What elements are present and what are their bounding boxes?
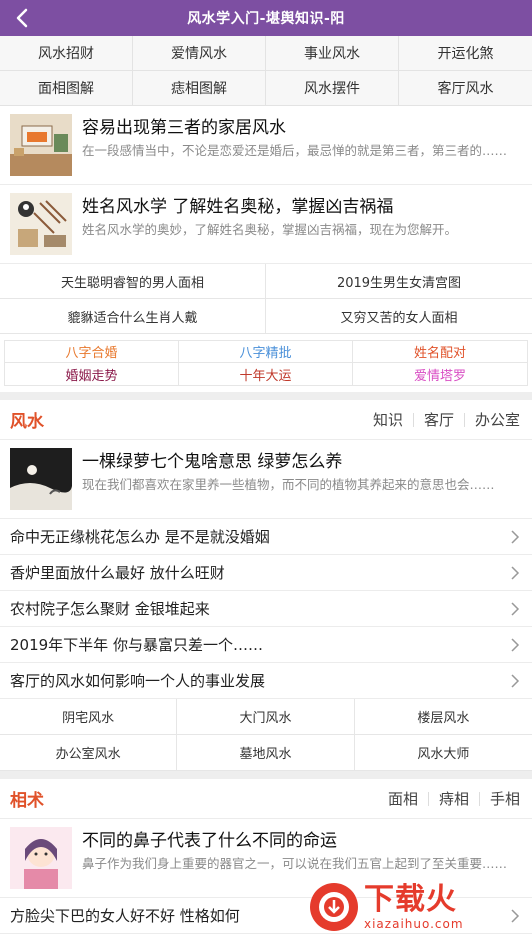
- category-item[interactable]: 客厅风水: [399, 71, 532, 106]
- tag-item[interactable]: 十年大运: [179, 363, 353, 385]
- list-item[interactable]: 2019年下半年 你与暴富只差一个……: [0, 627, 532, 663]
- article-item[interactable]: 姓名风水学 了解姓名奥秘，掌握凶吉祸福 姓名风水学的奥妙，了解姓名奥秘，掌握凶吉…: [0, 185, 532, 264]
- article-thumbnail: [10, 114, 72, 176]
- article-thumbnail: [10, 448, 72, 510]
- article-description: 现在我们都喜欢在家里养一些植物，而不同的植物其养起来的意思也会……: [82, 477, 495, 492]
- list-item-title: 农村院子怎么聚财 金银堆起来: [10, 600, 210, 618]
- article-description: 在一段感情当中，不论是恋爱还是婚后，最忌惮的就是第三者，第三者的……: [82, 143, 508, 158]
- watermark-brand: 下载火: [364, 882, 457, 917]
- chevron-right-icon: [511, 637, 520, 652]
- article-item[interactable]: 一棵绿萝七个鬼啥意思 绿萝怎么养 现在我们都喜欢在家里养一些植物，而不同的植物其…: [0, 440, 532, 519]
- tag-item[interactable]: 八字合婚: [5, 341, 179, 363]
- section-divider: [0, 771, 532, 779]
- category-item[interactable]: 事业风水: [266, 36, 399, 71]
- category-item[interactable]: 风水摆件: [266, 71, 399, 106]
- tag-item[interactable]: 婚姻走势: [5, 363, 179, 385]
- article-title: 不同的鼻子代表了什么不同的命运: [82, 831, 337, 851]
- category-item[interactable]: 痣相图解: [133, 71, 266, 106]
- link-item[interactable]: 天生聪明睿智的男人面相: [0, 264, 266, 299]
- article-description: 姓名风水学的奥妙，了解姓名奥秘，掌握凶吉祸福，现在为您解开。: [82, 222, 458, 237]
- tag-item[interactable]: 姓名配对: [353, 341, 527, 363]
- chevron-right-icon: [511, 529, 520, 544]
- list-item-title: 2019年下半年 你与暴富只差一个……: [10, 636, 263, 654]
- section-link[interactable]: 面相: [378, 788, 428, 809]
- category-item[interactable]: 爱情风水: [133, 36, 266, 71]
- section-link[interactable]: 痔相: [429, 788, 479, 809]
- service-tags: 八字合婚 八字精批 姓名配对 婚姻走势 十年大运 爱情塔罗: [4, 340, 528, 386]
- chevron-left-icon: [16, 8, 28, 28]
- app-header: 风水学入门-堪舆知识-阳: [0, 0, 532, 36]
- category-item[interactable]: 办公室风水: [0, 735, 178, 771]
- section-title: 相术: [10, 791, 44, 811]
- link-grid: 天生聪明睿智的男人面相 2019生男生女清宫图 貔貅适合什么生肖人戴 又穷又苦的…: [0, 264, 532, 334]
- list-item-title: 方脸尖下巴的女人好不好 性格如何: [10, 907, 240, 925]
- chevron-right-icon: [511, 601, 520, 616]
- article-thumbnail: [10, 193, 72, 255]
- tag-item[interactable]: 爱情塔罗: [353, 363, 527, 385]
- category-item[interactable]: 风水招财: [0, 36, 133, 71]
- section-header-fengshui: 风水 知识 客厅 办公室: [0, 400, 532, 440]
- category-item[interactable]: 大门风水: [177, 699, 355, 735]
- category-grid: 风水招财 爱情风水 事业风水 开运化煞 面相图解 痣相图解 风水摆件 客厅风水: [0, 36, 532, 106]
- category-item[interactable]: 开运化煞: [399, 36, 532, 71]
- section-link[interactable]: 知识: [363, 409, 413, 430]
- section-divider: [0, 392, 532, 400]
- section-link[interactable]: 客厅: [414, 409, 464, 430]
- link-item[interactable]: 2019生男生女清宫图: [266, 264, 532, 299]
- list-item-title: 客厅的风水如何影响一个人的事业发展: [10, 672, 266, 690]
- category-item[interactable]: 风水大师: [354, 735, 532, 771]
- chevron-right-icon: [511, 673, 520, 688]
- article-title: 姓名风水学 了解姓名奥秘，掌握凶吉祸福: [82, 197, 394, 217]
- article-thumbnail: [10, 827, 72, 889]
- article-item[interactable]: 容易出现第三者的家居风水 在一段感情当中，不论是恋爱还是婚后，最忌惮的就是第三者…: [0, 106, 532, 185]
- category-item[interactable]: 楼层风水: [354, 699, 532, 735]
- category-item[interactable]: 阴宅风水: [0, 699, 178, 735]
- category-item[interactable]: 墓地风水: [177, 735, 355, 771]
- back-button[interactable]: [10, 6, 34, 30]
- tag-item[interactable]: 八字精批: [179, 341, 353, 363]
- article-title: 一棵绿萝七个鬼啥意思 绿萝怎么养: [82, 452, 343, 472]
- list-item-title: 命中无正缘桃花怎么办 是不是就没婚姻: [10, 528, 270, 546]
- category-item[interactable]: 面相图解: [0, 71, 133, 106]
- page-title: 风水学入门-堪舆知识-阳: [187, 11, 345, 27]
- article-title: 容易出现第三者的家居风水: [82, 118, 286, 138]
- section-link[interactable]: 手相: [480, 788, 520, 809]
- watermark-domain: xiazaihuo.com: [364, 917, 464, 931]
- watermark: 下载火 xiazaihuo.com: [310, 872, 528, 942]
- link-item[interactable]: 貔貅适合什么生肖人戴: [0, 299, 266, 334]
- list-item[interactable]: 命中无正缘桃花怎么办 是不是就没婚姻: [0, 519, 532, 555]
- chevron-right-icon: [511, 565, 520, 580]
- list-item[interactable]: 香炉里面放什么最好 放什么旺财: [0, 555, 532, 591]
- article-description: 鼻子作为我们身上重要的器官之一，可以说在我们五官上起到了至关重要……: [82, 856, 508, 871]
- list-item[interactable]: 客厅的风水如何影响一个人的事业发展: [0, 663, 532, 699]
- list-item-title: 香炉里面放什么最好 放什么旺财: [10, 564, 225, 582]
- download-logo-icon: [310, 883, 358, 931]
- link-item[interactable]: 又穷又苦的女人面相: [266, 299, 532, 334]
- section-link[interactable]: 办公室: [465, 409, 520, 430]
- fengshui-category-grid: 阴宅风水 大门风水 楼层风水 办公室风水 墓地风水 风水大师: [0, 699, 532, 771]
- list-item[interactable]: 农村院子怎么聚财 金银堆起来: [0, 591, 532, 627]
- section-title: 风水: [10, 412, 44, 432]
- section-header-xiangshu: 相术 面相 痔相 手相: [0, 779, 532, 819]
